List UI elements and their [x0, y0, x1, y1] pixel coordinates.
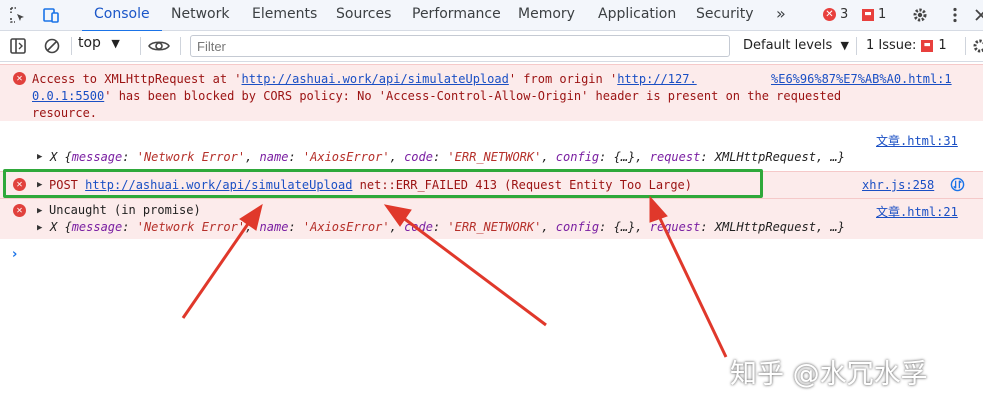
sidebar-toggle-icon[interactable]: [9, 37, 27, 55]
tab-performance[interactable]: Performance: [412, 0, 501, 30]
context-selector[interactable]: top ▼: [78, 35, 120, 51]
cors-line-1: Access to XMLHttpRequest at 'http://ashu…: [32, 72, 697, 86]
tab-network[interactable]: Network: [171, 0, 229, 30]
log-levels-dropdown[interactable]: Default levels ▼: [743, 38, 849, 53]
expand-triangle-icon[interactable]: ▶: [37, 152, 42, 162]
network-request-icon[interactable]: [950, 177, 965, 192]
log-source-link[interactable]: 文章.html:31: [876, 132, 958, 149]
expand-triangle-icon[interactable]: ▶: [37, 206, 42, 216]
error-counter[interactable]: ✕ 3: [823, 7, 848, 22]
issue-flag-icon: [921, 39, 934, 52]
tab-security[interactable]: Security: [696, 0, 754, 30]
console-error-uncaught: ✕ ▶ Uncaught (in promise) 文章.html:21 ▶ X…: [0, 198, 983, 239]
clear-console-icon[interactable]: [43, 37, 61, 55]
kebab-menu-icon[interactable]: [946, 6, 964, 24]
console-toolbar: top ▼ Default levels ▼ 1 Issue: 1: [0, 31, 983, 62]
cors-request-url-link[interactable]: http://ashuai.work/api/simulateUpload: [242, 72, 509, 86]
tab-elements[interactable]: Elements: [252, 0, 317, 30]
issue-flag-icon: [862, 8, 874, 21]
uncaught-object-preview[interactable]: X {message: 'Network Error', name: 'Axio…: [50, 220, 845, 234]
toolbar-divider: [140, 37, 141, 55]
cors-origin-link-cont[interactable]: 0.0.1:5500: [32, 89, 104, 103]
toolbar-divider: [965, 37, 966, 55]
close-icon[interactable]: [972, 6, 983, 24]
chevron-down-icon: ▼: [840, 39, 849, 52]
tab-application[interactable]: Application: [598, 0, 676, 30]
error-object-preview[interactable]: X {message: 'Network Error', name: 'Axio…: [50, 150, 845, 164]
filter-box: [190, 35, 730, 57]
device-toolbar-icon[interactable]: [42, 6, 60, 24]
tab-sources[interactable]: Sources: [336, 0, 391, 30]
gear-icon[interactable]: [911, 6, 929, 24]
uncaught-label: Uncaught (in promise): [49, 203, 201, 217]
cors-line-2: 0.0.1:5500' has been blocked by CORS pol…: [32, 89, 842, 103]
toolbar-divider: [180, 37, 181, 55]
issue-counter[interactable]: 1: [862, 7, 886, 22]
toolbar-divider: [856, 37, 857, 55]
console-settings-icon[interactable]: [971, 37, 983, 55]
console-log-error-object: 文章.html:31 ▶ X {message: 'Network Error'…: [0, 124, 983, 168]
watermark: 知乎 @水冗水孚: [730, 359, 928, 390]
console-error-cors: ✕ Access to XMLHttpRequest at 'http://as…: [0, 64, 983, 121]
toolbar-divider: [71, 37, 72, 55]
expand-triangle-icon[interactable]: ▶: [37, 223, 42, 233]
issues-button[interactable]: 1 Issue: 1: [866, 38, 947, 53]
tab-memory[interactable]: Memory: [518, 0, 575, 30]
cors-origin-link[interactable]: http://127.: [617, 72, 696, 86]
inspect-element-icon[interactable]: [9, 6, 27, 24]
console-prompt-chevron-icon[interactable]: ›: [12, 247, 17, 262]
more-tabs-button[interactable]: »: [776, 0, 786, 30]
highlight-box: [3, 169, 763, 198]
error-icon: ✕: [13, 72, 26, 85]
cors-source-link[interactable]: %E6%96%87%E7%AB%A0.html:1: [771, 72, 952, 86]
xhr-source-link[interactable]: xhr.js:258: [862, 178, 934, 192]
tab-console[interactable]: Console: [82, 0, 162, 32]
filter-input[interactable]: [191, 36, 729, 57]
devtools-tabbar: Console Network Elements Sources Perform…: [0, 0, 983, 32]
uncaught-source-link[interactable]: 文章.html:21: [876, 203, 958, 220]
chevron-down-icon: ▼: [111, 37, 120, 50]
eye-icon[interactable]: [148, 37, 170, 55]
cors-line-3: resource.: [32, 106, 98, 120]
error-icon: ✕: [823, 8, 836, 21]
error-icon: ✕: [13, 204, 26, 217]
